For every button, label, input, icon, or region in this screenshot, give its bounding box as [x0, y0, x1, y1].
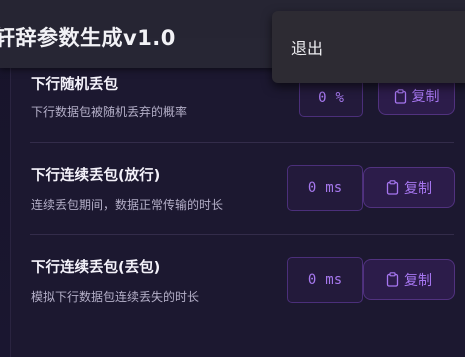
- burst-drop-value: 0: [307, 272, 317, 288]
- random-loss-value-field[interactable]: 0 %: [299, 79, 363, 117]
- copy-button-label: 复制: [411, 89, 440, 105]
- copy-button-burst-pass[interactable]: 复制: [363, 167, 455, 208]
- burst-drop-value-field[interactable]: 0 ms: [287, 257, 363, 303]
- app-title: 轩辞参数生成v1.0: [0, 26, 176, 50]
- setting-title-random-loss: 下行随机丢包: [31, 77, 118, 93]
- menu-item-exit[interactable]: 退出: [291, 35, 323, 59]
- clipboard-icon: [386, 272, 399, 287]
- copy-button-label: 复制: [404, 180, 432, 197]
- copy-button-burst-drop[interactable]: 复制: [363, 259, 455, 300]
- setting-title-burst-pass: 下行连续丢包(放行): [31, 168, 161, 184]
- burst-pass-unit: ms: [325, 180, 343, 196]
- copy-button-label: 复制: [404, 272, 432, 289]
- setting-desc-burst-drop: 模拟下行数据包连续丢失的时长: [31, 290, 200, 304]
- clipboard-icon: [386, 180, 399, 195]
- random-loss-unit: %: [335, 90, 344, 106]
- burst-pass-value-field[interactable]: 0 ms: [287, 165, 363, 211]
- overflow-menu: 退出: [272, 11, 465, 83]
- burst-pass-value: 0: [307, 180, 317, 196]
- setting-title-burst-drop: 下行连续丢包(丢包): [31, 260, 161, 276]
- divider: [30, 234, 454, 235]
- random-loss-value: 0: [318, 90, 327, 106]
- setting-desc-random-loss: 下行数据包被随机丢弃的概率: [31, 105, 188, 119]
- burst-drop-unit: ms: [325, 272, 343, 288]
- clipboard-icon: [394, 88, 406, 104]
- divider: [30, 142, 454, 143]
- setting-desc-burst-pass: 连续丢包期间，数据正常传输的时长: [31, 198, 224, 212]
